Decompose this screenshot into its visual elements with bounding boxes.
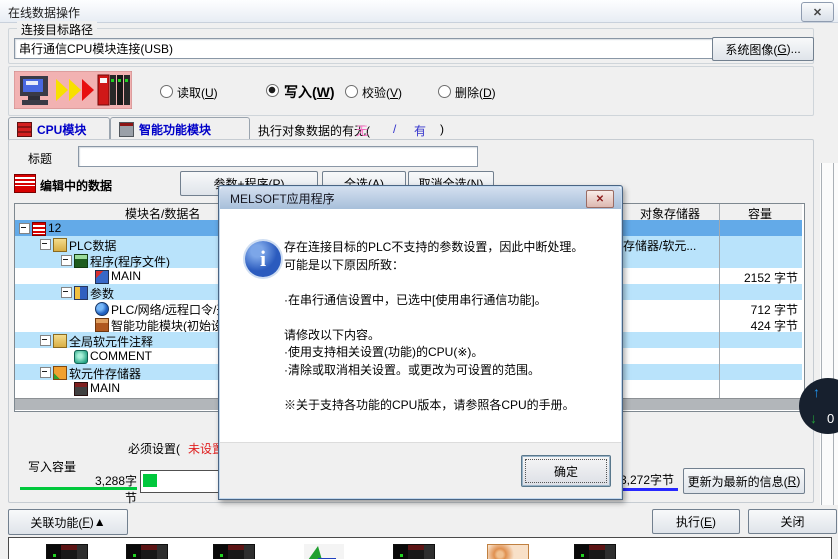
tree-item-label: MAIN bbox=[111, 269, 141, 283]
write-capacity-label: 写入容量 bbox=[28, 458, 76, 475]
tab-intelligent-module-label: 智能功能模块 bbox=[139, 121, 211, 138]
scroll-down-icon: ↓ bbox=[810, 410, 817, 426]
tab-intelligent-module[interactable]: 智能功能模块 bbox=[110, 117, 250, 140]
melsoft-dialog-footer: 确定 bbox=[220, 442, 621, 498]
tree-collapse-icon[interactable] bbox=[61, 255, 72, 266]
tab-cpu-module[interactable]: CPU模块 bbox=[8, 117, 110, 140]
free-bytes: 3,272字节 bbox=[620, 471, 674, 488]
dialog-message-line: ·使用支持相关设置(功能)的CPU(※)。 bbox=[284, 344, 616, 362]
tab-cpu-module-label: CPU模块 bbox=[37, 121, 86, 138]
online-data-operation-window: 在线数据操作 ✕ 连接目标路径 串行通信CPU模块连接(USB) 系统图像(G)… bbox=[0, 0, 838, 559]
read-radio[interactable] bbox=[160, 85, 173, 98]
free-bytes-underline bbox=[618, 488, 678, 491]
tree-item-label: 12 bbox=[48, 221, 61, 235]
comment-folder-icon bbox=[53, 334, 67, 348]
dialog-message-line: 请修改以下内容。 bbox=[284, 327, 616, 345]
editing-data-icon bbox=[14, 174, 36, 193]
tree-item-label: MAIN bbox=[90, 381, 120, 395]
tree-collapse-icon[interactable] bbox=[40, 239, 51, 250]
title-field-input[interactable] bbox=[78, 146, 478, 167]
ok-button[interactable]: 确定 bbox=[521, 455, 611, 487]
tree-collapse-icon[interactable] bbox=[61, 287, 72, 298]
dialog-message-line: ·清除或取消相关设置。或更改为可设置的范围。 bbox=[284, 362, 616, 380]
window-titlebar: 在线数据操作 bbox=[0, 0, 838, 23]
program-folder-icon bbox=[74, 254, 88, 268]
device-memory-icon bbox=[53, 366, 67, 380]
required-setting-prefix: 必须设置( bbox=[128, 440, 180, 457]
dialog-message-line: 存在连接目标的PLC不支持的参数设置，因此中断处理。 bbox=[284, 239, 616, 257]
melsoft-dialog-message: 存在连接目标的PLC不支持的参数设置，因此中断处理。可能是以下原因所致： ·在串行… bbox=[284, 239, 616, 414]
exec-data-slash: / bbox=[393, 122, 396, 136]
intelligent-module-icon bbox=[95, 318, 109, 332]
close-icon: ✕ bbox=[813, 6, 822, 19]
verify-radio-label: 校验(V) bbox=[362, 84, 402, 101]
plc-write-icon[interactable] bbox=[126, 544, 168, 559]
related-functions-panel bbox=[8, 537, 832, 559]
background-window-edge bbox=[820, 163, 838, 505]
write-radio-label: 写入(W) bbox=[284, 82, 335, 102]
column-divider bbox=[719, 204, 720, 398]
exec-data-prefix: 执行对象数据的有无( bbox=[258, 122, 370, 139]
dialog-message-line: ※关于支持各功能的CPU版本，请参照各CPU的手册。 bbox=[284, 397, 616, 415]
dialog-message-line bbox=[284, 274, 616, 292]
window-title: 在线数据操作 bbox=[8, 4, 80, 21]
close-icon: ✕ bbox=[596, 194, 604, 205]
tree-item-label: COMMENT bbox=[90, 349, 152, 363]
keyword-setup-icon[interactable] bbox=[304, 544, 344, 559]
read-radio-label: 读取(U) bbox=[177, 84, 218, 101]
melsoft-dialog-titlebar: MELSOFT应用程序 bbox=[220, 187, 621, 209]
parameter-icon bbox=[74, 286, 88, 300]
window-close-button[interactable]: ✕ bbox=[801, 2, 834, 22]
comment-file-icon bbox=[74, 350, 88, 364]
tree-collapse-icon[interactable] bbox=[19, 223, 30, 234]
connection-path-value: 串行通信CPU模块连接(USB) bbox=[19, 40, 173, 57]
dialog-message-line: ·在串行通信设置中，已选中[使用串行通信功能]。 bbox=[284, 292, 616, 310]
plc-memory-icon[interactable] bbox=[393, 544, 435, 559]
info-icon: i bbox=[245, 241, 281, 277]
scroll-count: 0 bbox=[827, 411, 834, 426]
plc-clear-icon[interactable] bbox=[574, 544, 616, 559]
editing-data-label: 编辑中的数据 bbox=[40, 177, 112, 194]
write-capacity-bar-fill bbox=[143, 474, 157, 487]
melsoft-message-dialog: MELSOFT应用程序 ✕ i 存在连接目标的PLC不支持的参数设置，因此中断处… bbox=[218, 185, 623, 500]
system-image-button[interactable]: 系统图像(G)... bbox=[712, 37, 814, 61]
execute-button[interactable]: 执行(E) bbox=[652, 509, 740, 534]
write-radio[interactable] bbox=[266, 84, 279, 97]
cpu-module-icon bbox=[17, 122, 32, 137]
melsoft-dialog-body: i 存在连接目标的PLC不支持的参数设置，因此中断处理。可能是以下原因所致： ·在… bbox=[220, 209, 621, 441]
dialog-message-line bbox=[284, 309, 616, 327]
dialog-message-line: 可能是以下原因所致： bbox=[284, 257, 616, 275]
melsoft-dialog-title: MELSOFT应用程序 bbox=[230, 190, 335, 207]
title-field-label: 标题 bbox=[28, 150, 52, 167]
exec-data-has: 有 bbox=[414, 122, 426, 139]
clock-setup-icon[interactable] bbox=[487, 544, 529, 559]
plc-read-icon[interactable] bbox=[46, 544, 88, 559]
written-bytes-underline bbox=[20, 487, 137, 490]
delete-radio-label: 删除(D) bbox=[455, 84, 496, 101]
tree-collapse-icon[interactable] bbox=[40, 367, 51, 378]
delete-radio[interactable] bbox=[438, 85, 451, 98]
plc-network-icon bbox=[95, 302, 109, 316]
dialog-message-line bbox=[284, 379, 616, 397]
gx-project-icon bbox=[32, 222, 46, 236]
tree-collapse-icon[interactable] bbox=[40, 335, 51, 346]
related-functions-button[interactable]: 关联功能(F)▲ bbox=[8, 509, 128, 535]
plc-data-folder-icon bbox=[53, 238, 67, 252]
exec-data-none: 无 bbox=[356, 122, 368, 139]
verify-radio[interactable] bbox=[345, 85, 358, 98]
intelligent-module-tab-icon bbox=[119, 122, 134, 137]
program-file-icon bbox=[95, 270, 109, 284]
background-window-border bbox=[821, 163, 822, 505]
close-button[interactable]: 关闭 bbox=[748, 509, 837, 534]
device-memory-file-icon bbox=[74, 382, 88, 396]
exec-data-suffix: ) bbox=[440, 122, 444, 136]
pc-to-plc-icon bbox=[14, 71, 132, 109]
connection-path-label: 连接目标路径 bbox=[17, 21, 97, 38]
refresh-button[interactable]: 更新为最新的信息(R) bbox=[683, 468, 805, 494]
plc-verify-icon[interactable] bbox=[213, 544, 255, 559]
background-window-border-2 bbox=[833, 163, 834, 505]
scroll-up-icon: ↑ bbox=[813, 384, 820, 400]
connection-path-input[interactable]: 串行通信CPU模块连接(USB) bbox=[14, 38, 714, 59]
melsoft-dialog-close-button[interactable]: ✕ bbox=[586, 190, 614, 208]
